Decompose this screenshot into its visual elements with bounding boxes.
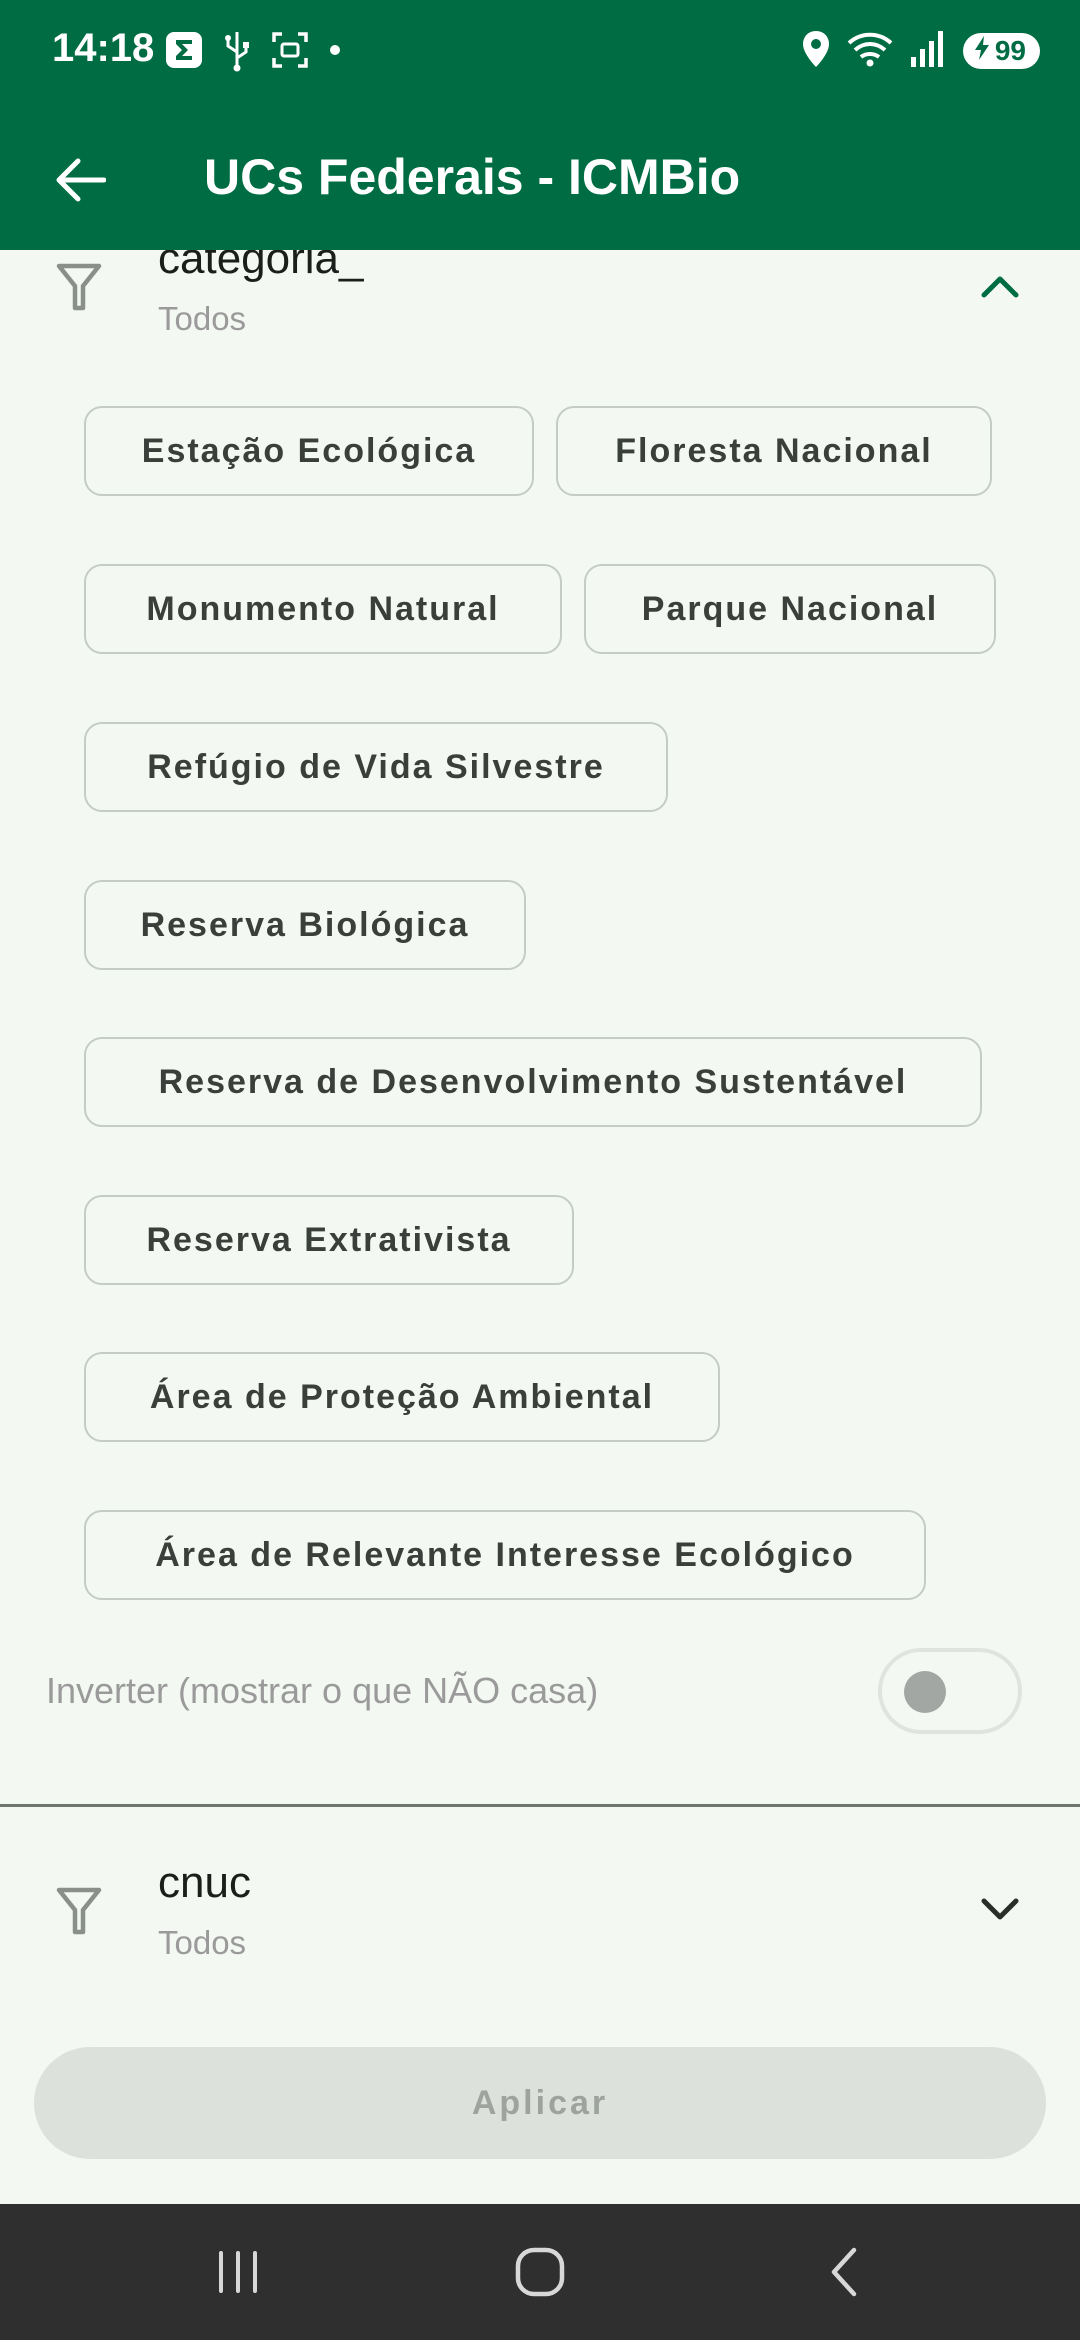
nav-back-button[interactable] [804, 2242, 884, 2302]
dot-icon [328, 43, 342, 62]
signal-icon [909, 29, 949, 74]
chip-reserva-extrativista[interactable]: Reserva Extrativista [84, 1195, 574, 1285]
collapse-button[interactable] [976, 262, 1024, 310]
chip-reserva-biologica[interactable]: Reserva Biológica [84, 880, 526, 970]
screenshot-icon [270, 30, 310, 75]
status-time: 14:18 [52, 26, 155, 70]
filter-subtitle: Todos [158, 300, 247, 337]
status-bar: 14:18 99 [0, 0, 1080, 104]
status-icons-left [164, 30, 342, 74]
chevron-down-icon [981, 1898, 1019, 1920]
battery-indicator: 99 [962, 33, 1040, 69]
expand-button[interactable] [976, 1886, 1024, 1934]
chip-estacao-ecologica[interactable]: Estação Ecológica [84, 406, 534, 496]
wifi-icon [845, 29, 895, 74]
filter-icon [56, 1886, 102, 1941]
apply-button[interactable]: Aplicar [34, 2047, 1046, 2159]
battery-level: 99 [994, 35, 1026, 66]
battery-charging-icon [973, 35, 991, 68]
nav-back-icon [831, 2247, 857, 2297]
section-divider [0, 1804, 1080, 1807]
home-button[interactable] [500, 2242, 580, 2302]
home-icon [515, 2247, 565, 2297]
chip-parque-nacional[interactable]: Parque Nacional [584, 564, 996, 654]
usb-icon [222, 28, 252, 77]
location-icon [801, 29, 831, 74]
chip-reserva-desenvolvimento-sustentavel[interactable]: Reserva de Desenvolvimento Sustentável [84, 1037, 982, 1127]
recent-apps-icon [219, 2251, 257, 2293]
invert-toggle[interactable] [878, 1648, 1022, 1734]
chip-refugio-vida-silvestre[interactable]: Refúgio de Vida Silvestre [84, 722, 668, 812]
recent-apps-button[interactable] [198, 2242, 278, 2302]
filter-subtitle: Todos [158, 1924, 247, 1961]
chip-area-protecao-ambiental[interactable]: Área de Proteção Ambiental [84, 1352, 720, 1442]
filter-title: categoria_ [158, 250, 364, 283]
toggle-knob [904, 1671, 946, 1713]
filter-list[interactable]: categoria_ Todos Estação Ecológica Flore… [0, 250, 1080, 2200]
sigma-app-icon [164, 30, 204, 75]
chip-floresta-nacional[interactable]: Floresta Nacional [556, 406, 992, 496]
filter-icon [56, 262, 102, 317]
arrow-left-icon [56, 158, 106, 202]
app-bar: UCs Federais - ICMBio [0, 104, 1080, 250]
status-icons-right: 99 [801, 28, 1040, 74]
system-nav-bar [0, 2204, 1080, 2340]
invert-label: Inverter (mostrar o que NÃO casa) [46, 1670, 599, 1711]
chip-monumento-natural[interactable]: Monumento Natural [84, 564, 562, 654]
back-button[interactable] [44, 144, 116, 216]
chevron-up-icon [981, 276, 1019, 298]
page-title: UCs Federais - ICMBio [204, 149, 741, 205]
chip-area-relevante-interesse-ecologico[interactable]: Área de Relevante Interesse Ecológico [84, 1510, 926, 1600]
filter-title: cnuc [158, 1858, 251, 1907]
